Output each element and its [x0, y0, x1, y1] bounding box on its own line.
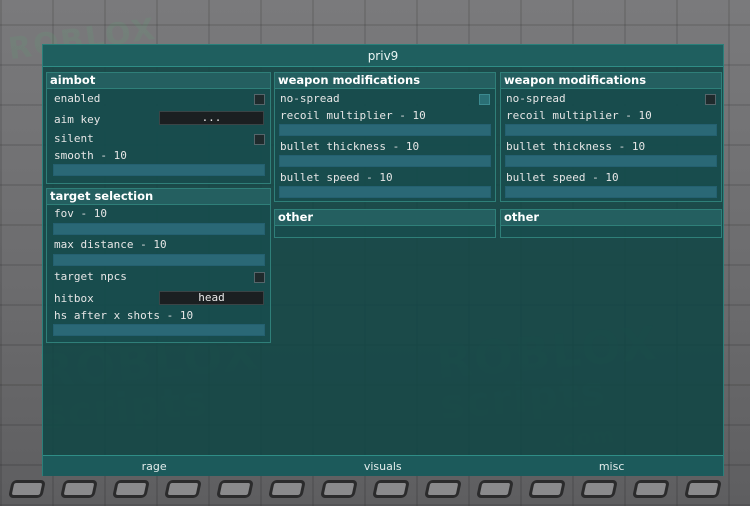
- stud: [320, 480, 358, 498]
- bullet-speed-label: bullet speed - 10: [280, 171, 393, 184]
- stud: [424, 480, 462, 498]
- background-studs: [0, 474, 750, 506]
- stud: [164, 480, 202, 498]
- weapon-modifications-panel-2: weapon modifications no-spread recoil mu…: [500, 72, 722, 202]
- target-selection-header: target selection: [47, 189, 270, 205]
- stud: [372, 480, 410, 498]
- other-header: other: [275, 210, 495, 226]
- stud: [60, 480, 98, 498]
- bullet-thickness-slider[interactable]: [279, 155, 491, 167]
- fov-label: fov - 10: [54, 207, 107, 220]
- max-distance-label: max distance - 10: [54, 238, 167, 251]
- recoil-multiplier-slider[interactable]: [279, 124, 491, 136]
- stud: [268, 480, 306, 498]
- stud: [528, 480, 566, 498]
- tab-bar: rage visuals misc: [43, 455, 723, 476]
- weapon-modifications-header: weapon modifications: [501, 73, 721, 89]
- recoil-multiplier-label: recoil multiplier - 10: [506, 109, 652, 122]
- target-npcs-checkbox[interactable]: [254, 272, 265, 283]
- smooth-label: smooth - 10: [54, 149, 127, 162]
- hs-after-shots-label: hs after x shots - 10: [54, 309, 194, 322]
- aimbot-panel: aimbot enabled aim key ... silent smooth…: [46, 72, 271, 184]
- target-selection-panel: target selection fov - 10 max distance -…: [46, 188, 271, 343]
- other-header: other: [501, 210, 721, 226]
- aim-key-selector[interactable]: ...: [159, 111, 264, 125]
- target-npcs-label: target npcs: [54, 270, 127, 283]
- other-panel-2: other: [500, 209, 722, 238]
- tab-misc[interactable]: misc: [599, 460, 625, 473]
- enabled-label: enabled: [54, 92, 101, 105]
- no-spread-checkbox[interactable]: [479, 94, 490, 105]
- stud: [580, 480, 618, 498]
- hs-after-shots-slider[interactable]: [53, 324, 265, 336]
- bullet-thickness-label: bullet thickness - 10: [506, 140, 646, 153]
- other-panel-1: other: [274, 209, 496, 238]
- hitbox-dropdown[interactable]: head: [159, 291, 264, 305]
- bullet-speed-label: bullet speed - 10: [506, 171, 619, 184]
- stud: [112, 480, 150, 498]
- bullet-speed-slider[interactable]: [279, 186, 491, 198]
- weapon-modifications-panel-1: weapon modifications no-spread recoil mu…: [274, 72, 496, 202]
- bullet-thickness-label: bullet thickness - 10: [280, 140, 420, 153]
- tab-visuals[interactable]: visuals: [364, 460, 402, 473]
- aim-key-label: aim key: [54, 113, 101, 126]
- bullet-thickness-slider[interactable]: [505, 155, 717, 167]
- bullet-speed-slider[interactable]: [505, 186, 717, 198]
- silent-checkbox[interactable]: [254, 134, 265, 145]
- stud: [216, 480, 254, 498]
- no-spread-label: no-spread: [280, 92, 340, 105]
- window-title[interactable]: priv9: [43, 45, 723, 67]
- recoil-multiplier-slider[interactable]: [505, 124, 717, 136]
- hitbox-label: hitbox: [54, 292, 94, 305]
- silent-label: silent: [54, 132, 94, 145]
- cheat-menu-window: priv9 aimbot enabled aim key ... silent …: [42, 44, 724, 476]
- weapon-modifications-header: weapon modifications: [275, 73, 495, 89]
- recoil-multiplier-label: recoil multiplier - 10: [280, 109, 426, 122]
- max-distance-slider[interactable]: [53, 254, 265, 266]
- no-spread-checkbox[interactable]: [705, 94, 716, 105]
- enabled-checkbox[interactable]: [254, 94, 265, 105]
- fov-slider[interactable]: [53, 223, 265, 235]
- stud: [632, 480, 670, 498]
- no-spread-label: no-spread: [506, 92, 566, 105]
- tab-rage[interactable]: rage: [142, 460, 167, 473]
- aimbot-header: aimbot: [47, 73, 270, 89]
- stud: [8, 480, 46, 498]
- stud: [476, 480, 514, 498]
- stud: [684, 480, 722, 498]
- smooth-slider[interactable]: [53, 164, 265, 176]
